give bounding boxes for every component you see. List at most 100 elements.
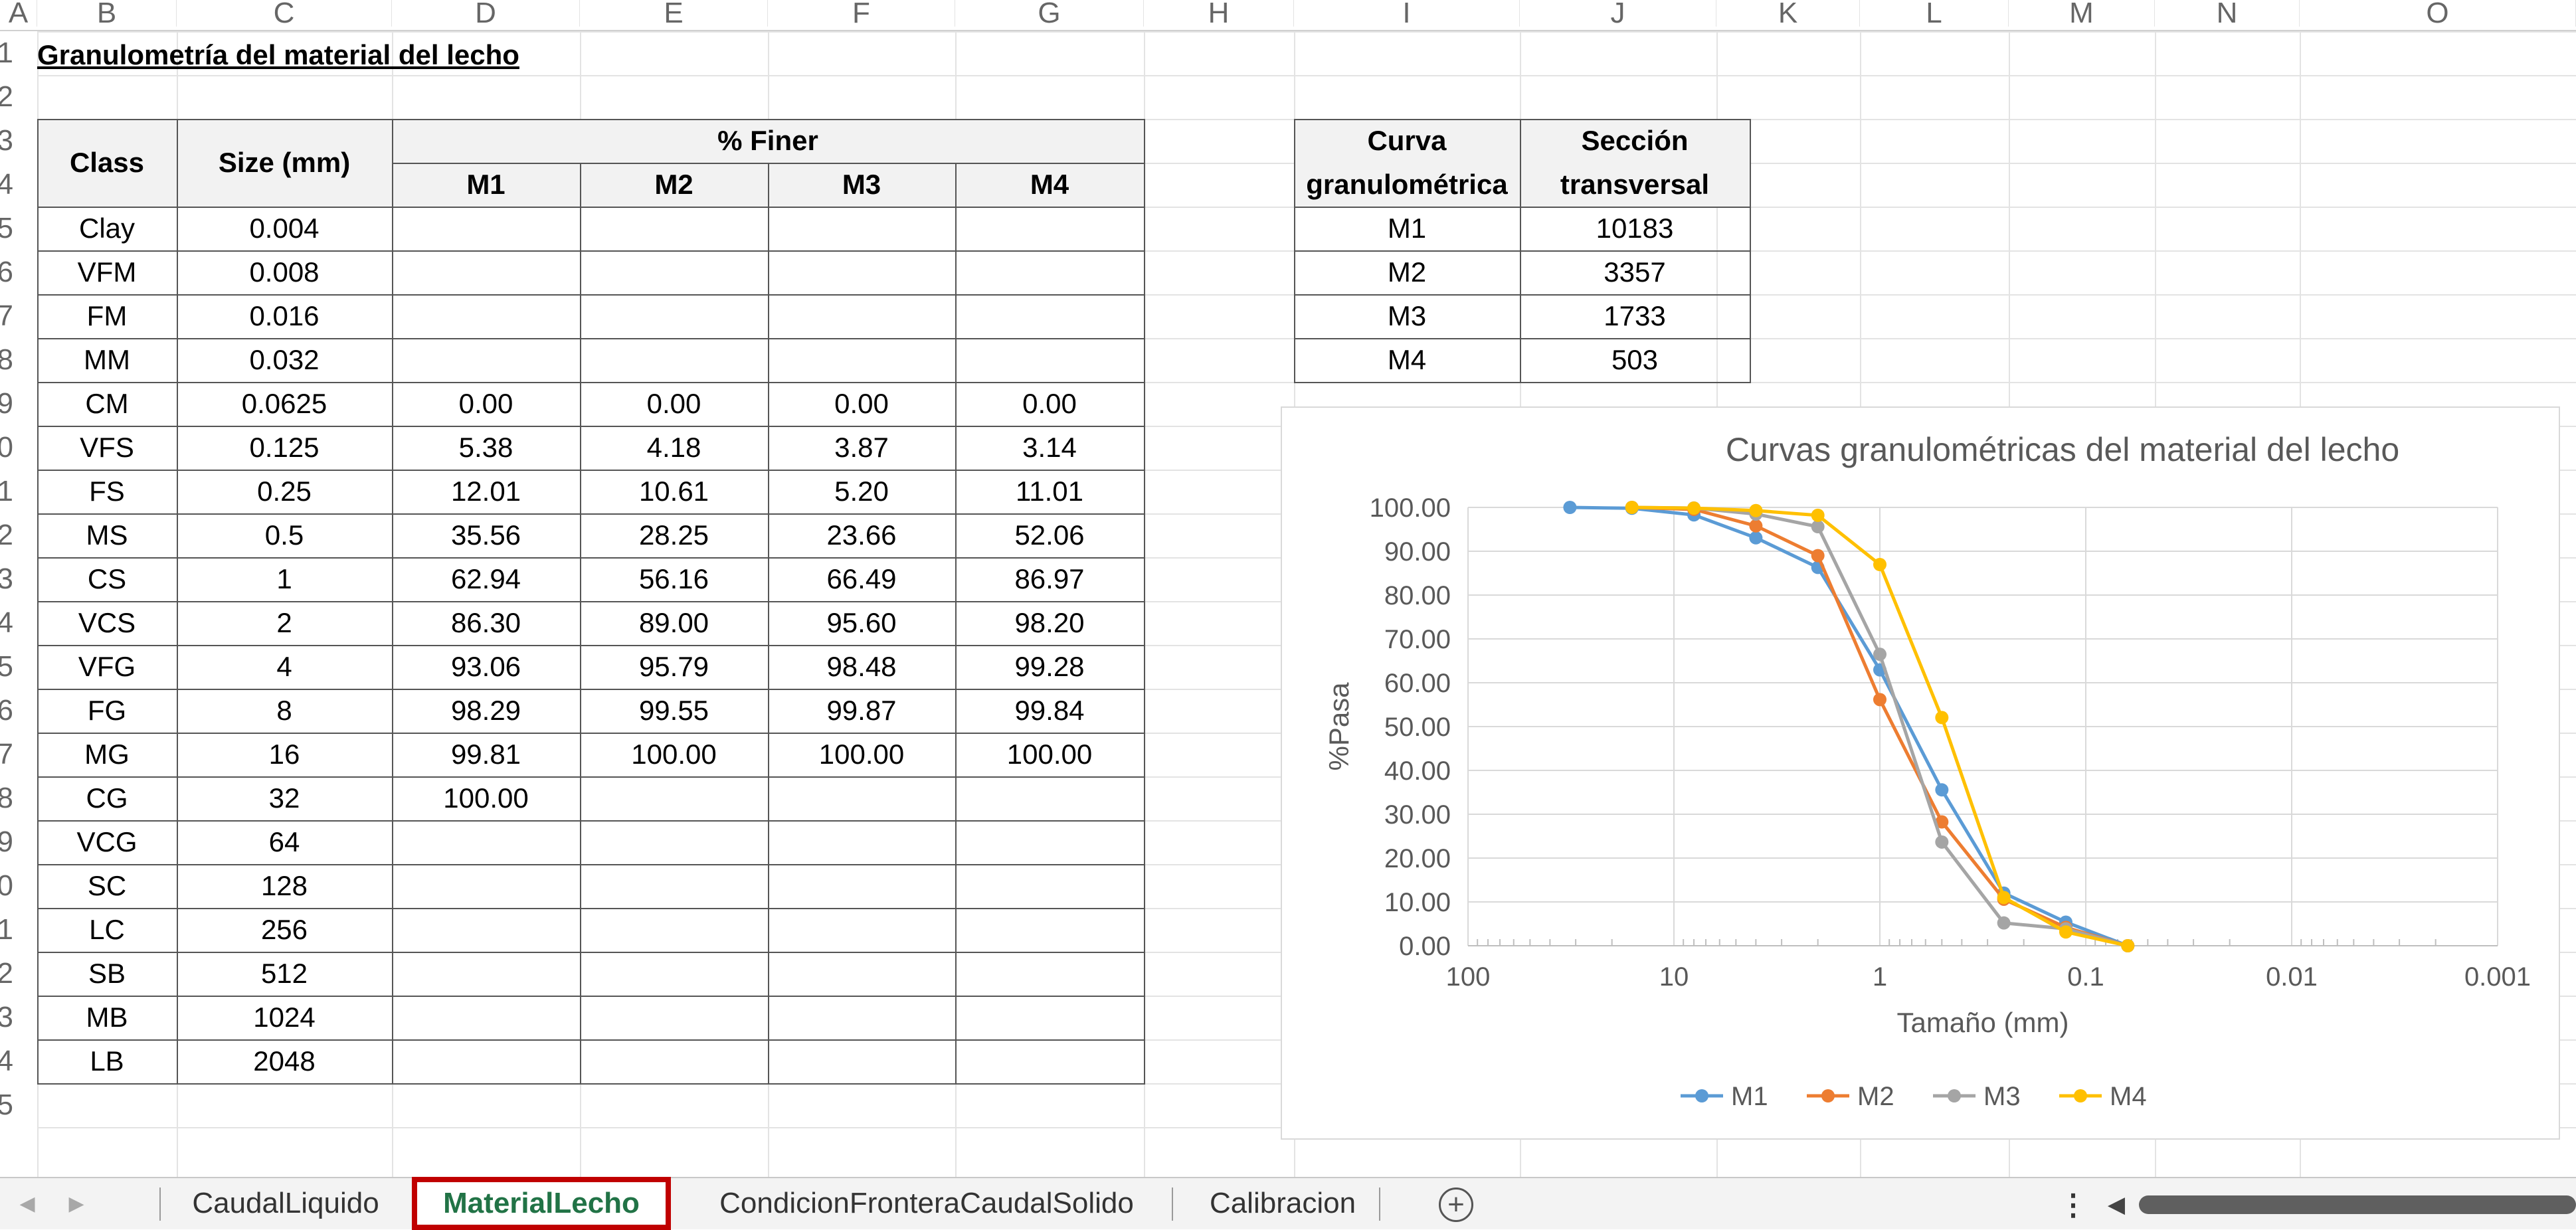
finer-cell-m3[interactable] — [768, 864, 955, 908]
finer-cell-m2[interactable] — [580, 908, 768, 952]
class-header[interactable]: Class — [37, 119, 177, 207]
class-cell[interactable]: LB — [37, 1039, 177, 1083]
finer-cell-m4[interactable] — [955, 338, 1144, 382]
add-sheet-icon[interactable]: + — [1439, 1187, 1473, 1222]
finer-cell-m2[interactable]: 89.00 — [580, 601, 768, 645]
tab-condicionfronteracaudalsolido[interactable]: CondicionFronteraCaudalSolido — [684, 1178, 1169, 1229]
size-cell[interactable]: 0.004 — [177, 207, 392, 250]
more-options-icon[interactable]: ⋮ — [2059, 1186, 2088, 1223]
size-cell[interactable]: 0.008 — [177, 250, 392, 294]
finer-cell-m3[interactable] — [768, 294, 955, 338]
finer-cell-m4[interactable] — [955, 996, 1144, 1039]
size-cell[interactable]: 0.032 — [177, 338, 392, 382]
finer-cell-m2[interactable] — [580, 996, 768, 1039]
tab-calibracion[interactable]: Calibracion — [1184, 1178, 1382, 1229]
curve-header-line1[interactable]: Curva — [1294, 119, 1520, 163]
finer-cell-m4[interactable] — [955, 1039, 1144, 1083]
size-cell[interactable]: 64 — [177, 820, 392, 864]
row-header-9[interactable]: 9 — [0, 382, 13, 426]
curve-header-line2[interactable]: granulométrica — [1294, 163, 1520, 207]
tab-caudalliquido[interactable]: CaudalLiquido — [159, 1178, 412, 1229]
finer-cell-m3[interactable] — [768, 908, 955, 952]
finer-cell-m3[interactable]: 23.66 — [768, 513, 955, 557]
row-header-20[interactable]: 20 — [0, 864, 13, 908]
size-cell[interactable]: 0.125 — [177, 426, 392, 470]
column-header-g[interactable]: G — [955, 0, 1144, 29]
size-cell[interactable]: 1 — [177, 557, 392, 601]
finer-cell-m3[interactable] — [768, 820, 955, 864]
class-cell[interactable]: VFS — [37, 426, 177, 470]
class-cell[interactable]: Clay — [37, 207, 177, 250]
row-header-13[interactable]: 13 — [0, 557, 13, 601]
finer-cell-m4[interactable]: 100.00 — [955, 733, 1144, 776]
finer-cell-m1[interactable] — [392, 820, 580, 864]
finer-cell-m4[interactable]: 11.01 — [955, 470, 1144, 513]
class-cell[interactable]: FS — [37, 470, 177, 513]
section-header-line1[interactable]: Sección — [1520, 119, 1750, 163]
finer-cell-m3[interactable]: 99.87 — [768, 689, 955, 733]
row-header-17[interactable]: 17 — [0, 733, 13, 776]
column-header-o[interactable]: O — [2300, 0, 2576, 29]
finer-cell-m2[interactable] — [580, 207, 768, 250]
finer-cell-m4[interactable]: 3.14 — [955, 426, 1144, 470]
finer-cell-m1[interactable] — [392, 952, 580, 996]
finer-cell-m4[interactable]: 52.06 — [955, 513, 1144, 557]
row-header-10[interactable]: 10 — [0, 426, 13, 470]
row-header-14[interactable]: 14 — [0, 601, 13, 645]
row-header-12[interactable]: 12 — [0, 513, 13, 557]
class-cell[interactable]: MS — [37, 513, 177, 557]
row-header-3[interactable]: 3 — [0, 119, 13, 163]
finer-cell-m3[interactable] — [768, 250, 955, 294]
finer-cell-m2[interactable]: 95.79 — [580, 645, 768, 689]
class-cell[interactable]: SC — [37, 864, 177, 908]
column-header-c[interactable]: C — [177, 0, 392, 29]
row-header-8[interactable]: 8 — [0, 338, 13, 382]
curve-cell[interactable]: M1 — [1294, 207, 1520, 250]
finer-cell-m1[interactable]: 86.30 — [392, 601, 580, 645]
finer-cell-m3[interactable] — [768, 996, 955, 1039]
column-header-b[interactable]: B — [37, 0, 177, 29]
size-cell[interactable]: 2 — [177, 601, 392, 645]
finer-cell-m1[interactable]: 5.38 — [392, 426, 580, 470]
finer-cell-m3[interactable]: 98.48 — [768, 645, 955, 689]
finer-cell-m4[interactable]: 99.84 — [955, 689, 1144, 733]
row-header-1[interactable]: 1 — [0, 31, 13, 75]
row-header-15[interactable]: 15 — [0, 645, 13, 689]
column-header-e[interactable]: E — [580, 0, 768, 29]
row-header-5[interactable]: 5 — [0, 207, 13, 250]
finer-cell-m3[interactable] — [768, 776, 955, 820]
size-cell[interactable]: 4 — [177, 645, 392, 689]
finer-cell-m4[interactable] — [955, 952, 1144, 996]
finer-cell-m4[interactable] — [955, 776, 1144, 820]
row-header-21[interactable]: 21 — [0, 908, 13, 952]
finer-cell-m2[interactable]: 28.25 — [580, 513, 768, 557]
finer-cell-m2[interactable] — [580, 776, 768, 820]
class-cell[interactable]: FG — [37, 689, 177, 733]
size-cell[interactable]: 0.25 — [177, 470, 392, 513]
finer-cell-m2[interactable]: 56.16 — [580, 557, 768, 601]
row-header-2[interactable]: 2 — [0, 75, 13, 119]
finer-cell-m4[interactable] — [955, 820, 1144, 864]
class-cell[interactable]: VFG — [37, 645, 177, 689]
spreadsheet-grid[interactable]: ABCDEFGHIJKLMNO 123456789101112131415161… — [0, 0, 2576, 1177]
size-cell[interactable]: 16 — [177, 733, 392, 776]
finer-cell-m1[interactable]: 35.56 — [392, 513, 580, 557]
finer-cell-m1[interactable] — [392, 996, 580, 1039]
finer-cell-m1[interactable]: 62.94 — [392, 557, 580, 601]
size-cell[interactable]: 1024 — [177, 996, 392, 1039]
finer-cell-m4[interactable] — [955, 250, 1144, 294]
finer-cell-m4[interactable]: 98.20 — [955, 601, 1144, 645]
finer-cell-m4[interactable] — [955, 864, 1144, 908]
finer-cell-m3[interactable] — [768, 207, 955, 250]
scroll-right-icon[interactable]: ▶ — [66, 1190, 86, 1217]
class-cell[interactable]: LC — [37, 908, 177, 952]
row-header-16[interactable]: 16 — [0, 689, 13, 733]
finer-cell-m1[interactable] — [392, 908, 580, 952]
finer-cell-m1[interactable] — [392, 250, 580, 294]
finer-cell-m1[interactable] — [392, 864, 580, 908]
finer-cell-m2[interactable] — [580, 294, 768, 338]
class-cell[interactable]: CS — [37, 557, 177, 601]
curve-cell[interactable]: M2 — [1294, 250, 1520, 294]
class-cell[interactable]: VCG — [37, 820, 177, 864]
finer-cell-m3[interactable]: 5.20 — [768, 470, 955, 513]
